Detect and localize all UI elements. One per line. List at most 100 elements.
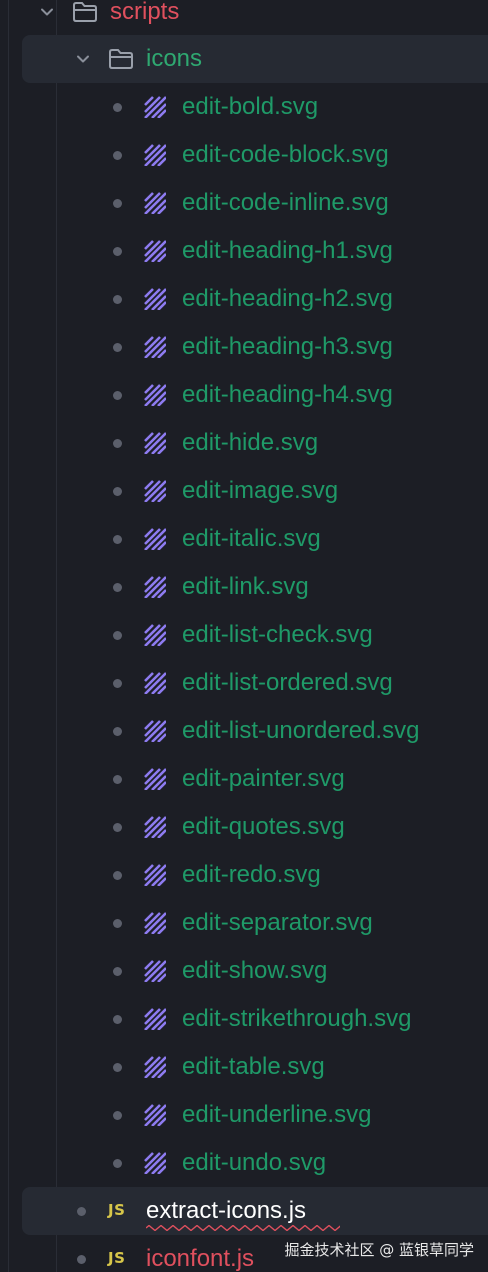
file-label: edit-redo.svg [182, 861, 321, 888]
tree-item-svg-file[interactable]: edit-list-unordered.svg [0, 707, 488, 755]
tree-item-svg-file[interactable]: edit-heading-h1.svg [0, 227, 488, 275]
error-squiggle-underline [146, 1225, 340, 1231]
file-label: edit-table.svg [182, 1053, 325, 1080]
svg-file-icon [144, 288, 166, 310]
svg-file-icon [144, 240, 166, 262]
tree-item-svg-file[interactable]: edit-link.svg [0, 563, 488, 611]
tree-item-svg-file[interactable]: edit-code-inline.svg [0, 179, 488, 227]
svg-file-icon [144, 432, 166, 454]
svg-file-icon [144, 384, 166, 406]
tree-item-svg-file[interactable]: edit-painter.svg [0, 755, 488, 803]
tree-item-svg-file[interactable]: edit-undo.svg [0, 1139, 488, 1187]
file-status-dot-icon [113, 871, 122, 880]
tree-item-svg-file[interactable]: edit-show.svg [0, 947, 488, 995]
file-label: edit-list-unordered.svg [182, 717, 420, 744]
file-status-dot-icon [113, 247, 122, 256]
file-status-dot-icon [113, 919, 122, 928]
tree-item-svg-file[interactable]: edit-list-ordered.svg [0, 659, 488, 707]
tree-item-svg-file[interactable]: edit-redo.svg [0, 851, 488, 899]
file-status-dot-icon [113, 1015, 122, 1024]
file-label: edit-heading-h3.svg [182, 333, 393, 360]
file-label: edit-list-check.svg [182, 621, 373, 648]
file-status-dot-icon [113, 967, 122, 976]
file-status-dot-icon [113, 487, 122, 496]
file-status-dot-icon [113, 391, 122, 400]
tree-item-icons-folder[interactable]: icons [0, 35, 488, 83]
tree-item-svg-file[interactable]: edit-underline.svg [0, 1091, 488, 1139]
svg-file-icon [144, 144, 166, 166]
file-status-dot-icon [113, 583, 122, 592]
tree-item-svg-file[interactable]: edit-strikethrough.svg [0, 995, 488, 1043]
file-label: edit-undo.svg [182, 1149, 327, 1176]
file-status-dot-icon [113, 1111, 122, 1120]
folder-label-scripts: scripts [110, 0, 180, 25]
tree-item-js-file[interactable]: JS extract-icons.js [0, 1187, 488, 1235]
file-status-dot-icon [113, 679, 122, 688]
file-label: edit-link.svg [182, 573, 309, 600]
svg-file-icon [144, 816, 166, 838]
file-label: edit-list-ordered.svg [182, 669, 393, 696]
file-label: edit-underline.svg [182, 1101, 372, 1128]
svg-file-icon [144, 720, 166, 742]
file-status-dot-icon [113, 535, 122, 544]
tree-item-svg-file[interactable]: edit-heading-h4.svg [0, 371, 488, 419]
file-label: edit-image.svg [182, 477, 339, 504]
tree-item-svg-file[interactable]: edit-code-block.svg [0, 131, 488, 179]
file-status-dot-icon [113, 631, 122, 640]
file-status-dot-icon [113, 103, 122, 112]
tree-item-svg-file[interactable]: edit-list-check.svg [0, 611, 488, 659]
chevron-down-icon[interactable] [38, 3, 56, 21]
tree-item-svg-file[interactable]: edit-table.svg [0, 1043, 488, 1091]
tree-item-svg-file[interactable]: edit-separator.svg [0, 899, 488, 947]
file-status-dot-icon [113, 1063, 122, 1072]
folder-icon [109, 49, 133, 69]
tree-item-svg-file[interactable]: edit-quotes.svg [0, 803, 488, 851]
svg-file-icon [144, 1152, 166, 1174]
svg-file-icon [144, 768, 166, 790]
svg-file-icon [144, 960, 166, 982]
file-label: edit-italic.svg [182, 525, 321, 552]
tree-item-svg-file[interactable]: edit-bold.svg [0, 83, 488, 131]
file-status-dot-icon [113, 295, 122, 304]
js-file-icon: JS [108, 1201, 126, 1219]
tree-item-svg-file[interactable]: edit-image.svg [0, 467, 488, 515]
file-status-dot-icon [113, 199, 122, 208]
svg-file-icon [144, 864, 166, 886]
file-status-dot-icon [113, 727, 122, 736]
file-label: edit-heading-h4.svg [182, 381, 393, 408]
chevron-down-icon[interactable] [74, 50, 92, 68]
svg-file-icon [144, 480, 166, 502]
file-label: edit-separator.svg [182, 909, 373, 936]
js-file-icon: JS [108, 1249, 126, 1267]
file-status-dot-icon [113, 1159, 122, 1168]
tree-item-svg-file[interactable]: edit-italic.svg [0, 515, 488, 563]
svg-file-icon [144, 1104, 166, 1126]
file-status-dot-icon [113, 151, 122, 160]
file-label: edit-painter.svg [182, 765, 345, 792]
file-label: edit-bold.svg [182, 93, 319, 120]
file-label: edit-quotes.svg [182, 813, 345, 840]
tree-item-scripts-folder[interactable]: scripts [0, 0, 488, 36]
svg-file-icon [144, 1008, 166, 1030]
file-label: edit-heading-h1.svg [182, 237, 393, 264]
file-status-dot-icon [113, 343, 122, 352]
tree-item-svg-file[interactable]: edit-hide.svg [0, 419, 488, 467]
folder-icon [73, 2, 97, 22]
svg-file-icon [144, 336, 166, 358]
tree-item-svg-file[interactable]: edit-heading-h3.svg [0, 323, 488, 371]
svg-file-icon [144, 1056, 166, 1078]
file-label: edit-hide.svg [182, 429, 319, 456]
file-status-dot-icon [77, 1207, 86, 1216]
watermark-text: 掘金技术社区 @ 蓝银草同学 [284, 1241, 474, 1259]
svg-file-icon [144, 576, 166, 598]
svg-file-icon [144, 624, 166, 646]
file-status-dot-icon [113, 775, 122, 784]
tree-item-svg-file[interactable]: edit-heading-h2.svg [0, 275, 488, 323]
svg-file-icon [144, 672, 166, 694]
svg-file-icon [144, 528, 166, 550]
file-label: iconfont.js [146, 1245, 255, 1272]
svg-file-icon [144, 192, 166, 214]
file-label: edit-code-inline.svg [182, 189, 389, 216]
file-status-dot-icon [77, 1255, 86, 1264]
file-label: edit-code-block.svg [182, 141, 389, 168]
